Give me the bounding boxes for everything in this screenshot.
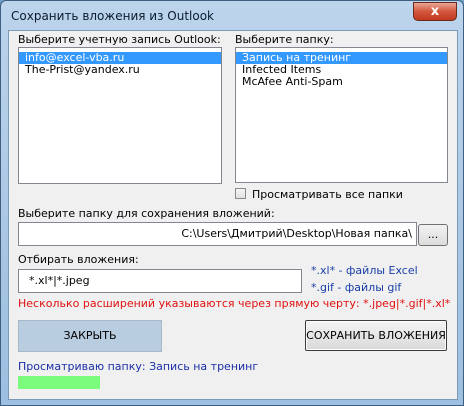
browse-folder-button[interactable]: ... [418, 224, 448, 246]
window-title: Сохранить вложения из Outlook [11, 9, 214, 23]
extension-filter-input[interactable]: *.xl*|*.jpeg [18, 269, 302, 293]
hint-excel: *.xl* - файлы Excel [311, 264, 418, 277]
save-folder-path-field[interactable]: C:\Users\Дмитрий\Desktop\Новая папка\ [18, 222, 417, 246]
folders-listbox[interactable]: Запись на тренинг Infected Items McAfee … [235, 47, 448, 183]
save-attachments-button[interactable]: СОХРАНИТЬ ВЛОЖЕНИЯ [305, 320, 447, 351]
filter-label: Отбирать вложения: [18, 253, 139, 266]
hint-gif: *.gif - файлы gif [311, 281, 402, 294]
close-button[interactable]: ЗАКРЫТЬ [18, 320, 162, 352]
status-text: Просматриваю папку: Запись на тренинг [18, 360, 259, 373]
browse-all-label[interactable]: Просматривать все папки [252, 188, 403, 201]
extensions-note: Несколько расширений указываются через п… [18, 297, 451, 310]
folder-item-2[interactable]: McAfee Anti-Spam [236, 76, 447, 88]
account-item-1[interactable]: The-Prist@yandex.ru [19, 64, 221, 76]
progress-bar [18, 376, 100, 389]
title-bar[interactable]: Сохранить вложения из Outlook x [1, 1, 463, 31]
folders-label: Выберите папку: [235, 33, 334, 46]
dialog-window: Сохранить вложения из Outlook x Выберите… [0, 0, 464, 406]
dialog-client-area: Выберите учетную запись Outlook: info@ex… [8, 30, 458, 400]
accounts-listbox[interactable]: info@excel-vba.ru The-Prist@yandex.ru [18, 47, 222, 184]
save-folder-label: Выберите папку для сохранения вложений: [18, 207, 275, 220]
window-close-button[interactable]: x [413, 2, 457, 21]
browse-all-checkbox[interactable] [235, 188, 246, 199]
accounts-label: Выберите учетную запись Outlook: [18, 33, 221, 46]
